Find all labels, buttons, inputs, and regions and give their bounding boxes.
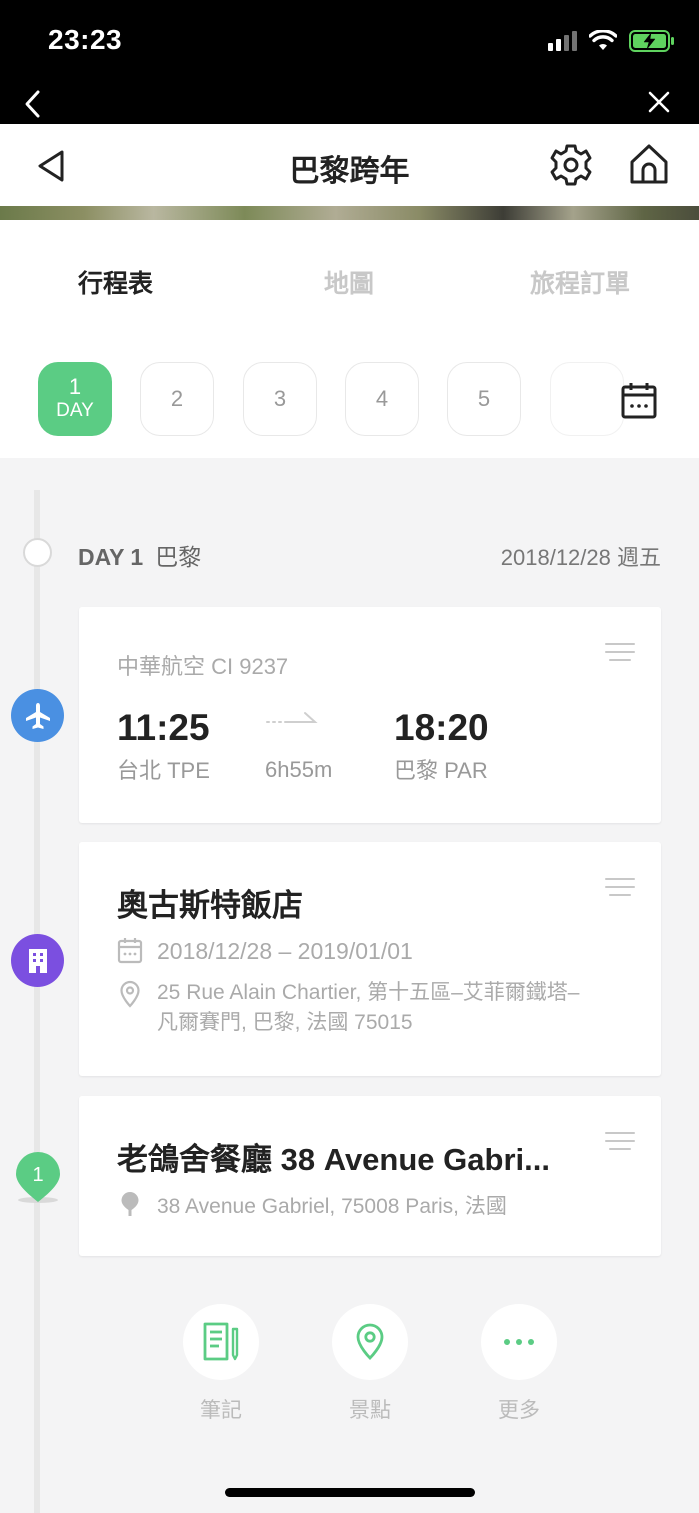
home-indicator[interactable] xyxy=(225,1488,475,1497)
battery-charging-icon xyxy=(629,30,674,52)
calendar-icon[interactable] xyxy=(620,380,658,420)
hotel-name: 奧古斯特飯店 xyxy=(117,888,303,923)
drag-handle-icon[interactable] xyxy=(605,1132,635,1156)
timeline-line xyxy=(34,490,40,1513)
gear-icon[interactable] xyxy=(548,142,594,188)
flight-card[interactable]: 中華航空 CI 9237 11:25 台北 TPE 6h55m 18:20 巴黎… xyxy=(79,607,661,823)
location-pin-icon: 1 xyxy=(16,1152,60,1203)
day-chip-partial[interactable] xyxy=(550,362,624,436)
status-bar: 23:23 xyxy=(0,0,699,84)
more-dots-icon xyxy=(504,1339,534,1345)
day-chip-5[interactable]: 5 xyxy=(447,362,521,436)
map-pin-icon xyxy=(356,1323,384,1360)
day-city: 巴黎 xyxy=(155,544,202,570)
marker-number: 1 xyxy=(32,1164,43,1186)
add-spot-label: 景點 xyxy=(349,1399,391,1422)
departure-time: 11:25 xyxy=(117,707,210,748)
flight-airline: 中華航空 CI 9237 xyxy=(117,654,289,679)
more-circle xyxy=(481,1304,557,1380)
restaurant-address: 38 Avenue Gabriel, 75008 Paris, 法國 xyxy=(157,1195,507,1218)
flight-marker xyxy=(11,689,64,742)
webview-toolbar xyxy=(0,84,699,124)
drag-handle-icon[interactable] xyxy=(605,643,635,667)
tab-itinerary[interactable]: 行程表 xyxy=(78,264,153,300)
add-spot-button[interactable]: 景點 xyxy=(332,1304,408,1424)
location-pin-small-icon xyxy=(121,1192,139,1216)
day-chip-1[interactable]: 1 DAY xyxy=(38,362,112,436)
page-title: 巴黎跨年 xyxy=(289,155,410,188)
webview-back-icon[interactable] xyxy=(22,88,44,120)
calendar-small-icon xyxy=(117,938,143,964)
webview-close-icon[interactable] xyxy=(647,90,671,114)
location-pin-outline-icon xyxy=(120,980,140,1008)
building-icon xyxy=(28,948,47,973)
cover-photo-strip xyxy=(0,206,699,220)
day-timeline-dot xyxy=(23,538,52,567)
note-icon xyxy=(203,1322,239,1361)
day-chip-4[interactable]: 4 xyxy=(345,362,419,436)
plane-icon xyxy=(25,702,50,729)
day-chip-3[interactable]: 3 xyxy=(243,362,317,436)
hotel-marker xyxy=(11,934,64,987)
signal-icon xyxy=(548,31,577,51)
day-selector: 1 DAY 2 3 4 5 xyxy=(0,340,699,458)
tab-bar: 行程表 地圖 旅程訂單 xyxy=(0,220,699,340)
tab-orders[interactable]: 旅程訂單 xyxy=(530,264,630,300)
more-label: 更多 xyxy=(498,1399,540,1422)
arrival-time: 18:20 xyxy=(394,707,489,748)
more-button[interactable]: 更多 xyxy=(481,1304,557,1424)
flight-arrow-icon xyxy=(266,712,318,723)
day-chip-number: 1 xyxy=(68,374,82,399)
restaurant-name: 老鴿舍餐廳 38 Avenue Gabri... xyxy=(117,1142,550,1177)
home-icon[interactable] xyxy=(628,142,670,186)
wifi-icon xyxy=(589,30,617,50)
add-note-button[interactable]: 筆記 xyxy=(183,1304,259,1424)
add-note-circle xyxy=(183,1304,259,1380)
nav-bar: 巴黎跨年 xyxy=(0,124,699,206)
arrival-place: 巴黎 PAR xyxy=(394,758,488,783)
departure-place: 台北 TPE xyxy=(117,758,210,783)
restaurant-card[interactable]: 老鴿舍餐廳 38 Avenue Gabri... 38 Avenue Gabri… xyxy=(79,1096,661,1256)
day-chip-label: DAY xyxy=(56,400,94,421)
day-chip-2[interactable]: 2 xyxy=(140,362,214,436)
day-date: 2018/12/28 週五 xyxy=(500,545,661,570)
flight-duration: 6h55m xyxy=(265,757,333,782)
add-spot-circle xyxy=(332,1304,408,1380)
drag-handle-icon[interactable] xyxy=(605,878,635,902)
hotel-card[interactable]: 奧古斯特飯店 2018/12/28 – 2019/01/01 25 Rue Al… xyxy=(79,842,661,1076)
add-note-label: 筆記 xyxy=(200,1399,242,1422)
status-time: 23:23 xyxy=(48,24,123,55)
hotel-dates: 2018/12/28 – 2019/01/01 xyxy=(157,938,413,964)
tab-map[interactable]: 地圖 xyxy=(324,264,374,300)
status-icons xyxy=(548,30,675,52)
hotel-address: 25 Rue Alain Chartier, 第十五區–艾菲爾鐵塔–凡爾賽門, … xyxy=(157,981,580,1034)
day-header: DAY 1 巴黎 xyxy=(78,538,201,572)
day-label: DAY 1 xyxy=(78,544,144,570)
